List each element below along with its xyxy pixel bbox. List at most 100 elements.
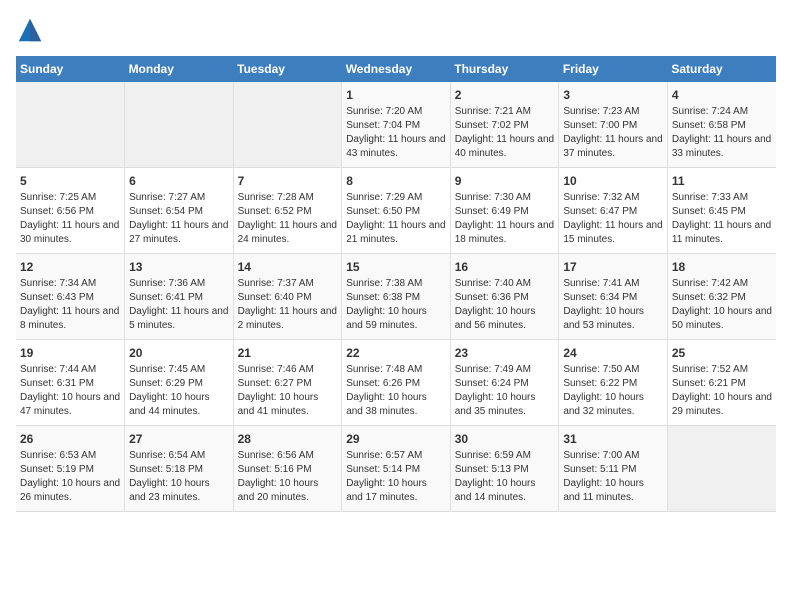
day-number: 31 (563, 432, 663, 446)
day-info: Sunrise: 7:27 AM Sunset: 6:54 PM Dayligh… (129, 191, 229, 247)
day-number: 9 (455, 174, 555, 188)
day-info: Sunrise: 7:48 AM Sunset: 6:26 PM Dayligh… (346, 363, 446, 419)
calendar-cell: 10 Sunrise: 7:32 AM Sunset: 6:47 PM Dayli… (559, 168, 668, 254)
calendar-cell: 15 Sunrise: 7:38 AM Sunset: 6:38 PM Dayli… (342, 254, 451, 340)
day-info: Sunrise: 7:50 AM Sunset: 6:22 PM Dayligh… (563, 363, 663, 419)
day-info: Sunrise: 6:59 AM Sunset: 5:13 PM Dayligh… (455, 449, 555, 505)
day-number: 26 (20, 432, 120, 446)
calendar-cell (16, 82, 125, 168)
day-info: Sunrise: 7:40 AM Sunset: 6:36 PM Dayligh… (455, 277, 555, 333)
calendar-cell: 23Sunrise: 7:49 AM Sunset: 6:24 PM Dayli… (450, 340, 559, 426)
calendar-cell: 11 Sunrise: 7:33 AM Sunset: 6:45 PM Dayli… (667, 168, 776, 254)
day-number: 21 (238, 346, 338, 360)
day-info: Sunrise: 6:53 AM Sunset: 5:19 PM Dayligh… (20, 449, 120, 505)
day-info: Sunrise: 7:29 AM Sunset: 6:50 PM Dayligh… (346, 191, 446, 247)
calendar-cell: 30Sunrise: 6:59 AM Sunset: 5:13 PM Dayli… (450, 426, 559, 512)
day-header-monday: Monday (125, 56, 234, 82)
day-number: 3 (563, 88, 663, 102)
day-header-friday: Friday (559, 56, 668, 82)
day-info: Sunrise: 6:57 AM Sunset: 5:14 PM Dayligh… (346, 449, 446, 505)
day-number: 20 (129, 346, 229, 360)
calendar-cell: 22 Sunrise: 7:48 AM Sunset: 6:26 PM Dayli… (342, 340, 451, 426)
day-number: 17 (563, 260, 663, 274)
day-number: 27 (129, 432, 229, 446)
calendar-cell: 4Sunrise: 7:24 AM Sunset: 6:58 PM Daylig… (667, 82, 776, 168)
calendar-cell: 17 Sunrise: 7:41 AM Sunset: 6:34 PM Dayli… (559, 254, 668, 340)
day-number: 12 (20, 260, 120, 274)
day-info: Sunrise: 7:21 AM Sunset: 7:02 PM Dayligh… (455, 105, 555, 161)
day-number: 8 (346, 174, 446, 188)
day-number: 25 (672, 346, 772, 360)
day-info: Sunrise: 6:54 AM Sunset: 5:18 PM Dayligh… (129, 449, 229, 505)
day-info: Sunrise: 7:52 AM Sunset: 6:21 PM Dayligh… (672, 363, 772, 419)
calendar-cell: 21 Sunrise: 7:46 AM Sunset: 6:27 PM Dayli… (233, 340, 342, 426)
page-header (16, 16, 776, 44)
day-number: 22 (346, 346, 446, 360)
day-info: Sunrise: 7:00 AM Sunset: 5:11 PM Dayligh… (563, 449, 663, 505)
day-number: 6 (129, 174, 229, 188)
calendar-cell (125, 82, 234, 168)
day-info: Sunrise: 7:28 AM Sunset: 6:52 PM Dayligh… (238, 191, 338, 247)
calendar-cell: 31 Sunrise: 7:00 AM Sunset: 5:11 PM Dayli… (559, 426, 668, 512)
day-info: Sunrise: 7:49 AM Sunset: 6:24 PM Dayligh… (455, 363, 555, 419)
day-info: Sunrise: 7:38 AM Sunset: 6:38 PM Dayligh… (346, 277, 446, 333)
logo-icon (16, 16, 44, 44)
day-info: Sunrise: 6:56 AM Sunset: 5:16 PM Dayligh… (238, 449, 338, 505)
day-number: 10 (563, 174, 663, 188)
calendar-cell: 26 Sunrise: 6:53 AM Sunset: 5:19 PM Dayli… (16, 426, 125, 512)
calendar-cell: 1Sunrise: 7:20 AM Sunset: 7:04 PM Daylig… (342, 82, 451, 168)
calendar-cell (233, 82, 342, 168)
calendar-cell: 14 Sunrise: 7:37 AM Sunset: 6:40 PM Dayli… (233, 254, 342, 340)
day-number: 16 (455, 260, 555, 274)
calendar-cell (667, 426, 776, 512)
week-row-2: 5Sunrise: 7:25 AM Sunset: 6:56 PM Daylig… (16, 168, 776, 254)
calendar-cell: 13 Sunrise: 7:36 AM Sunset: 6:41 PM Dayli… (125, 254, 234, 340)
calendar-cell: 24 Sunrise: 7:50 AM Sunset: 6:22 PM Dayli… (559, 340, 668, 426)
calendar-cell: 8 Sunrise: 7:29 AM Sunset: 6:50 PM Daylig… (342, 168, 451, 254)
day-info: Sunrise: 7:37 AM Sunset: 6:40 PM Dayligh… (238, 277, 338, 333)
day-number: 18 (672, 260, 772, 274)
day-info: Sunrise: 7:45 AM Sunset: 6:29 PM Dayligh… (129, 363, 229, 419)
calendar-cell: 7 Sunrise: 7:28 AM Sunset: 6:52 PM Daylig… (233, 168, 342, 254)
day-header-saturday: Saturday (667, 56, 776, 82)
day-info: Sunrise: 7:24 AM Sunset: 6:58 PM Dayligh… (672, 105, 772, 161)
calendar-cell: 28 Sunrise: 6:56 AM Sunset: 5:16 PM Dayli… (233, 426, 342, 512)
day-info: Sunrise: 7:44 AM Sunset: 6:31 PM Dayligh… (20, 363, 120, 419)
week-row-4: 19 Sunrise: 7:44 AM Sunset: 6:31 PM Dayli… (16, 340, 776, 426)
day-number: 13 (129, 260, 229, 274)
week-row-3: 12 Sunrise: 7:34 AM Sunset: 6:43 PM Dayli… (16, 254, 776, 340)
day-info: Sunrise: 7:32 AM Sunset: 6:47 PM Dayligh… (563, 191, 663, 247)
day-number: 15 (346, 260, 446, 274)
week-row-1: 1Sunrise: 7:20 AM Sunset: 7:04 PM Daylig… (16, 82, 776, 168)
calendar-cell: 2 Sunrise: 7:21 AM Sunset: 7:02 PM Daylig… (450, 82, 559, 168)
day-info: Sunrise: 7:36 AM Sunset: 6:41 PM Dayligh… (129, 277, 229, 333)
day-number: 19 (20, 346, 120, 360)
calendar-cell: 3Sunrise: 7:23 AM Sunset: 7:00 PM Daylig… (559, 82, 668, 168)
day-info: Sunrise: 7:30 AM Sunset: 6:49 PM Dayligh… (455, 191, 555, 247)
calendar-cell: 25 Sunrise: 7:52 AM Sunset: 6:21 PM Dayli… (667, 340, 776, 426)
calendar-cell: 20 Sunrise: 7:45 AM Sunset: 6:29 PM Dayli… (125, 340, 234, 426)
calendar-cell: 29Sunrise: 6:57 AM Sunset: 5:14 PM Dayli… (342, 426, 451, 512)
day-info: Sunrise: 7:42 AM Sunset: 6:32 PM Dayligh… (672, 277, 772, 333)
day-number: 7 (238, 174, 338, 188)
day-header-wednesday: Wednesday (342, 56, 451, 82)
day-number: 24 (563, 346, 663, 360)
day-header-thursday: Thursday (450, 56, 559, 82)
day-info: Sunrise: 7:33 AM Sunset: 6:45 PM Dayligh… (672, 191, 772, 247)
calendar-cell: 6 Sunrise: 7:27 AM Sunset: 6:54 PM Daylig… (125, 168, 234, 254)
day-number: 5 (20, 174, 120, 188)
day-info: Sunrise: 7:34 AM Sunset: 6:43 PM Dayligh… (20, 277, 120, 333)
calendar-cell: 16 Sunrise: 7:40 AM Sunset: 6:36 PM Dayli… (450, 254, 559, 340)
day-number: 14 (238, 260, 338, 274)
day-header-tuesday: Tuesday (233, 56, 342, 82)
day-number: 28 (238, 432, 338, 446)
day-number: 2 (455, 88, 555, 102)
day-info: Sunrise: 7:46 AM Sunset: 6:27 PM Dayligh… (238, 363, 338, 419)
day-info: Sunrise: 7:41 AM Sunset: 6:34 PM Dayligh… (563, 277, 663, 333)
calendar-header: SundayMondayTuesdayWednesdayThursdayFrid… (16, 56, 776, 82)
calendar-cell: 5Sunrise: 7:25 AM Sunset: 6:56 PM Daylig… (16, 168, 125, 254)
calendar-cell: 9 Sunrise: 7:30 AM Sunset: 6:49 PM Daylig… (450, 168, 559, 254)
calendar-cell: 19 Sunrise: 7:44 AM Sunset: 6:31 PM Dayli… (16, 340, 125, 426)
day-header-sunday: Sunday (16, 56, 125, 82)
day-number: 11 (672, 174, 772, 188)
